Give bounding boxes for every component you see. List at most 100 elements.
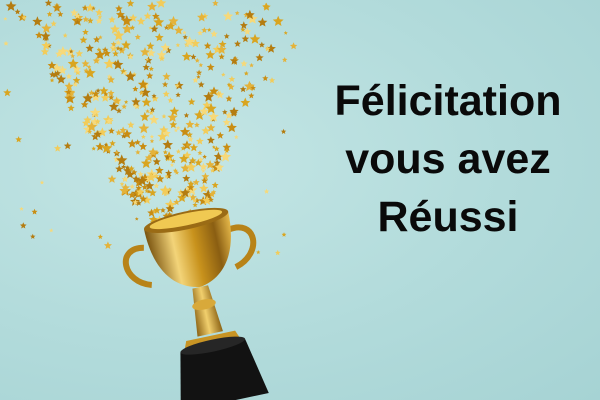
confetti-star	[136, 16, 146, 25]
confetti-star	[145, 109, 150, 114]
confetti-star	[289, 42, 298, 50]
confetti-star	[216, 44, 227, 54]
confetti-star	[124, 99, 129, 104]
confetti-star	[206, 63, 215, 71]
confetti-star	[255, 53, 264, 62]
confetti-star	[196, 137, 204, 145]
confetti-star	[143, 12, 152, 20]
confetti-star	[152, 157, 161, 166]
confetti-star	[95, 8, 103, 16]
congratulations-headline: Félicitation vous avez Réussi	[298, 72, 598, 246]
confetti-star	[256, 250, 261, 255]
star-confetti	[3, 0, 298, 260]
confetti-star	[65, 73, 72, 80]
confetti-star	[160, 207, 166, 213]
confetti-star	[183, 112, 190, 118]
confetti-star	[132, 85, 139, 92]
confetti-star	[57, 11, 64, 17]
confetti-star	[39, 180, 45, 185]
confetti-star	[197, 30, 203, 36]
confetti-star	[127, 139, 137, 148]
confetti-star	[154, 33, 164, 42]
confetti-star	[148, 188, 157, 197]
confetti-star	[167, 97, 174, 103]
confetti-star	[148, 114, 159, 125]
confetti-star	[234, 134, 239, 140]
confetti-star	[192, 178, 200, 186]
confetti-star	[49, 228, 54, 233]
confetti-star	[223, 11, 234, 21]
confetti-star	[14, 8, 21, 15]
confetti-star	[116, 154, 128, 166]
confetti-star	[169, 162, 175, 167]
confetti-star	[282, 57, 288, 63]
confetti-star	[63, 141, 72, 150]
photo-scene: Félicitation vous avez Réussi	[0, 0, 600, 400]
confetti-star	[239, 86, 247, 93]
confetti-star	[148, 26, 153, 30]
confetti-star	[272, 15, 284, 26]
confetti-star	[175, 149, 181, 154]
confetti-star	[108, 16, 116, 23]
confetti-star	[218, 53, 225, 60]
confetti-star	[161, 113, 167, 119]
confetti-star	[52, 3, 62, 12]
confetti-star	[199, 183, 209, 193]
confetti-star	[190, 53, 197, 60]
confetti-star	[211, 181, 219, 189]
confetti-star	[257, 17, 268, 27]
confetti-star	[223, 33, 230, 39]
confetti-star	[149, 138, 155, 143]
confetti-star	[122, 24, 133, 34]
trophy-icon	[122, 207, 269, 400]
confetti-star	[205, 49, 216, 59]
confetti-star	[3, 88, 12, 97]
confetti-star	[174, 25, 184, 35]
confetti-star	[283, 30, 288, 35]
confetti-star	[192, 202, 198, 208]
confetti-star	[175, 92, 181, 98]
confetti-star	[185, 119, 195, 129]
confetti-star	[89, 107, 101, 118]
confetti-star	[41, 40, 51, 50]
confetti-star	[134, 139, 141, 146]
confetti-star	[263, 188, 270, 194]
confetti-star	[268, 77, 276, 84]
confetti-star	[32, 16, 43, 26]
headline-line-3: Réussi	[377, 193, 519, 241]
confetti-star	[115, 4, 123, 12]
confetti-star	[182, 30, 187, 35]
confetti-star	[80, 100, 89, 108]
confetti-star	[129, 183, 135, 189]
confetti-star	[198, 62, 204, 68]
confetti-star	[134, 33, 141, 40]
confetti-star	[222, 118, 231, 126]
confetti-star	[149, 106, 156, 113]
confetti-star	[44, 0, 53, 7]
confetti-star	[175, 125, 181, 130]
confetti-star	[234, 10, 240, 16]
confetti-star	[150, 24, 159, 33]
confetti-star	[162, 81, 169, 88]
confetti-star	[121, 103, 127, 110]
confetti-star	[194, 121, 200, 128]
confetti-star	[97, 234, 103, 240]
confetti-star	[240, 97, 251, 107]
confetti-star	[248, 92, 255, 99]
confetti-star	[141, 134, 146, 139]
confetti-star	[187, 97, 196, 106]
confetti-star	[5, 0, 17, 11]
confetti-star	[275, 249, 281, 256]
confetti-star	[41, 23, 52, 33]
confetti-star	[115, 164, 124, 173]
confetti-star	[112, 59, 124, 70]
confetti-star	[243, 70, 249, 76]
confetti-star	[222, 109, 228, 115]
confetti-star	[82, 28, 89, 35]
confetti-star	[31, 208, 38, 215]
confetti-star	[72, 76, 81, 84]
confetti-star	[108, 127, 115, 134]
confetti-star	[146, 72, 154, 79]
confetti-star	[203, 42, 212, 50]
confetti-star	[109, 140, 116, 147]
